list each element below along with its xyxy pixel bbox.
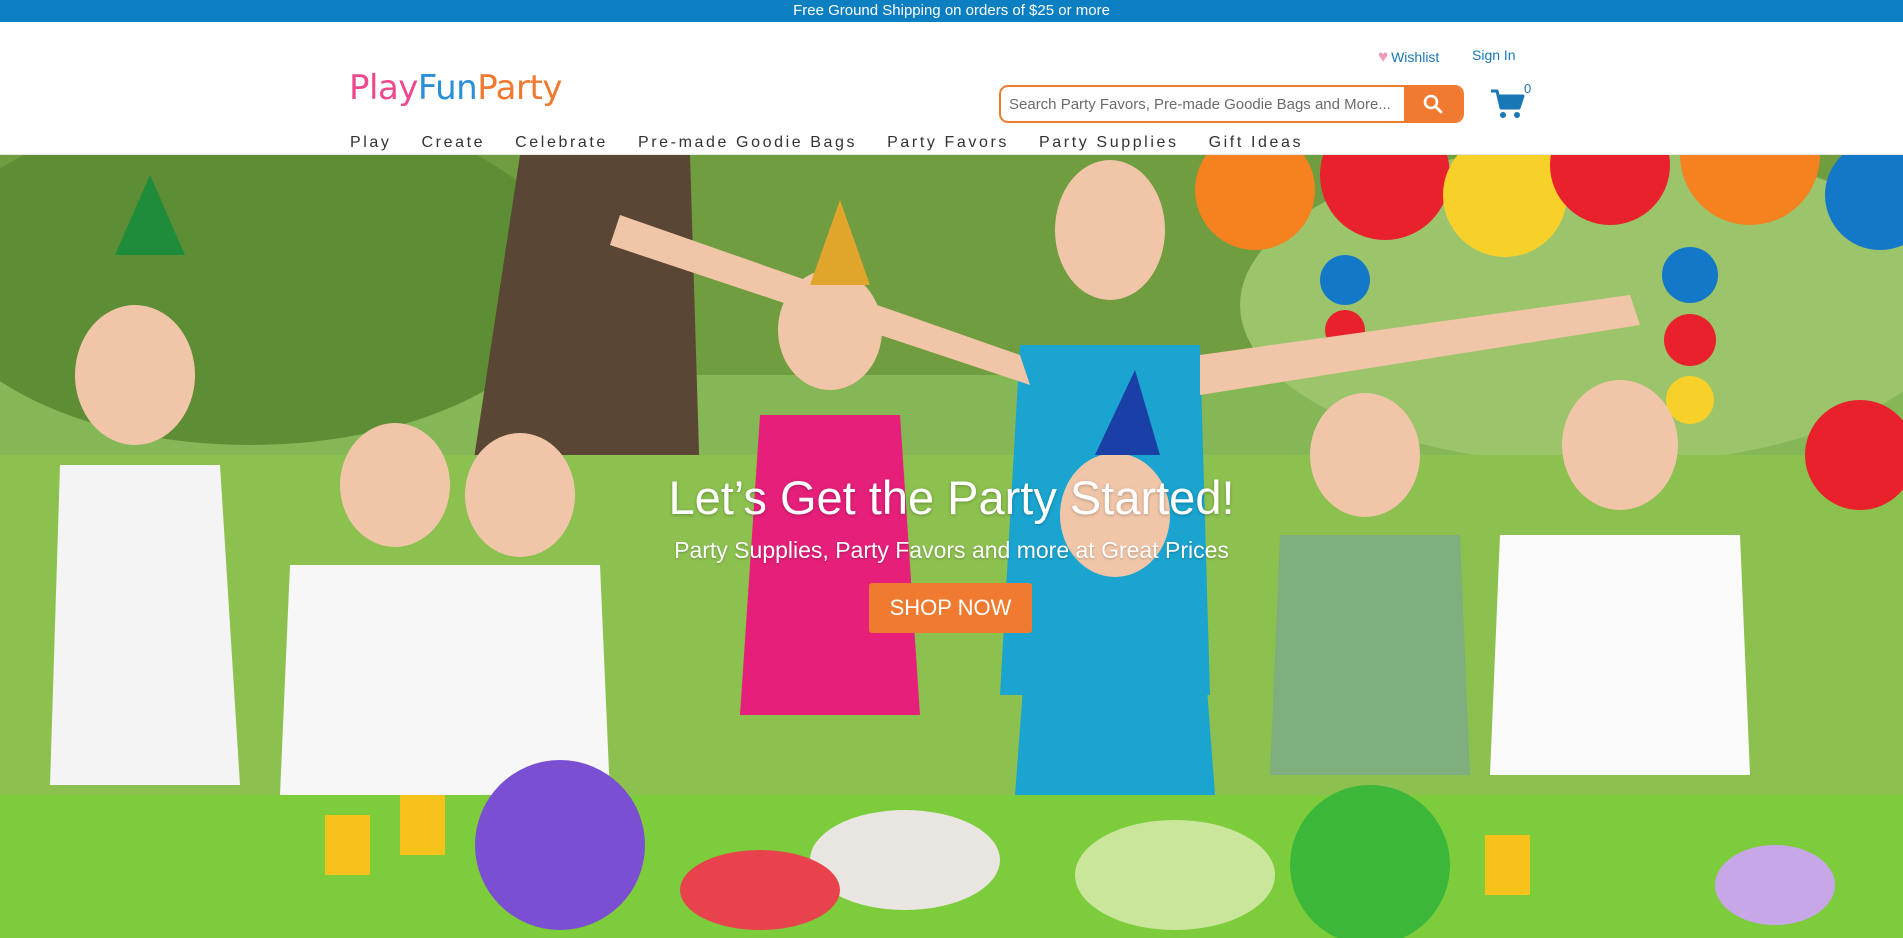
nav-item-create[interactable]: Create <box>422 134 486 152</box>
nav-item-party-favors[interactable]: Party Favors <box>887 134 1009 152</box>
search-input[interactable] <box>1001 87 1404 121</box>
nav-item-party-supplies[interactable]: Party Supplies <box>1039 134 1179 152</box>
cart-button[interactable] <box>1490 88 1526 125</box>
logo-text-fun: Fun <box>417 68 478 108</box>
heart-icon: ♥ <box>1378 47 1389 66</box>
search-bar <box>999 85 1464 123</box>
hero-banner: Let’s Get the Party Started! Party Suppl… <box>0 155 1903 938</box>
nav-item-gift-ideas[interactable]: Gift Ideas <box>1209 134 1303 152</box>
hero-title: Let’s Get the Party Started! <box>668 471 1235 524</box>
promo-text: Free Ground Shipping on orders of $25 or… <box>793 2 1110 19</box>
main-nav: Play Create Celebrate Pre-made Goodie Ba… <box>350 134 1333 152</box>
nav-item-play[interactable]: Play <box>350 134 392 152</box>
hero-subtitle: Party Supplies, Party Favors and more at… <box>674 537 1229 563</box>
site-header: PlayFunParty ♥Wishlist Sign In 0 Play Cr… <box>0 22 1903 155</box>
nav-item-goodie-bags[interactable]: Pre-made Goodie Bags <box>638 134 857 152</box>
promo-bar: Free Ground Shipping on orders of $25 or… <box>0 0 1903 22</box>
wishlist-link[interactable]: ♥ Wishlist <box>1378 47 1439 67</box>
logo-text-play: Play <box>349 68 418 108</box>
signin-label: Sign In <box>1472 47 1516 63</box>
cart-count: 0 <box>1524 81 1532 96</box>
shop-now-button[interactable]: SHOP NOW <box>869 583 1032 633</box>
nav-item-celebrate[interactable]: Celebrate <box>515 134 608 152</box>
signin-link[interactable]: Sign In <box>1472 47 1516 63</box>
logo-text-party: Party <box>477 68 562 108</box>
search-button[interactable] <box>1404 87 1462 121</box>
cart-icon <box>1491 89 1525 118</box>
search-icon <box>1423 94 1443 114</box>
wishlist-label: Wishlist <box>1391 49 1440 65</box>
site-logo[interactable]: PlayFunParty <box>349 68 562 108</box>
